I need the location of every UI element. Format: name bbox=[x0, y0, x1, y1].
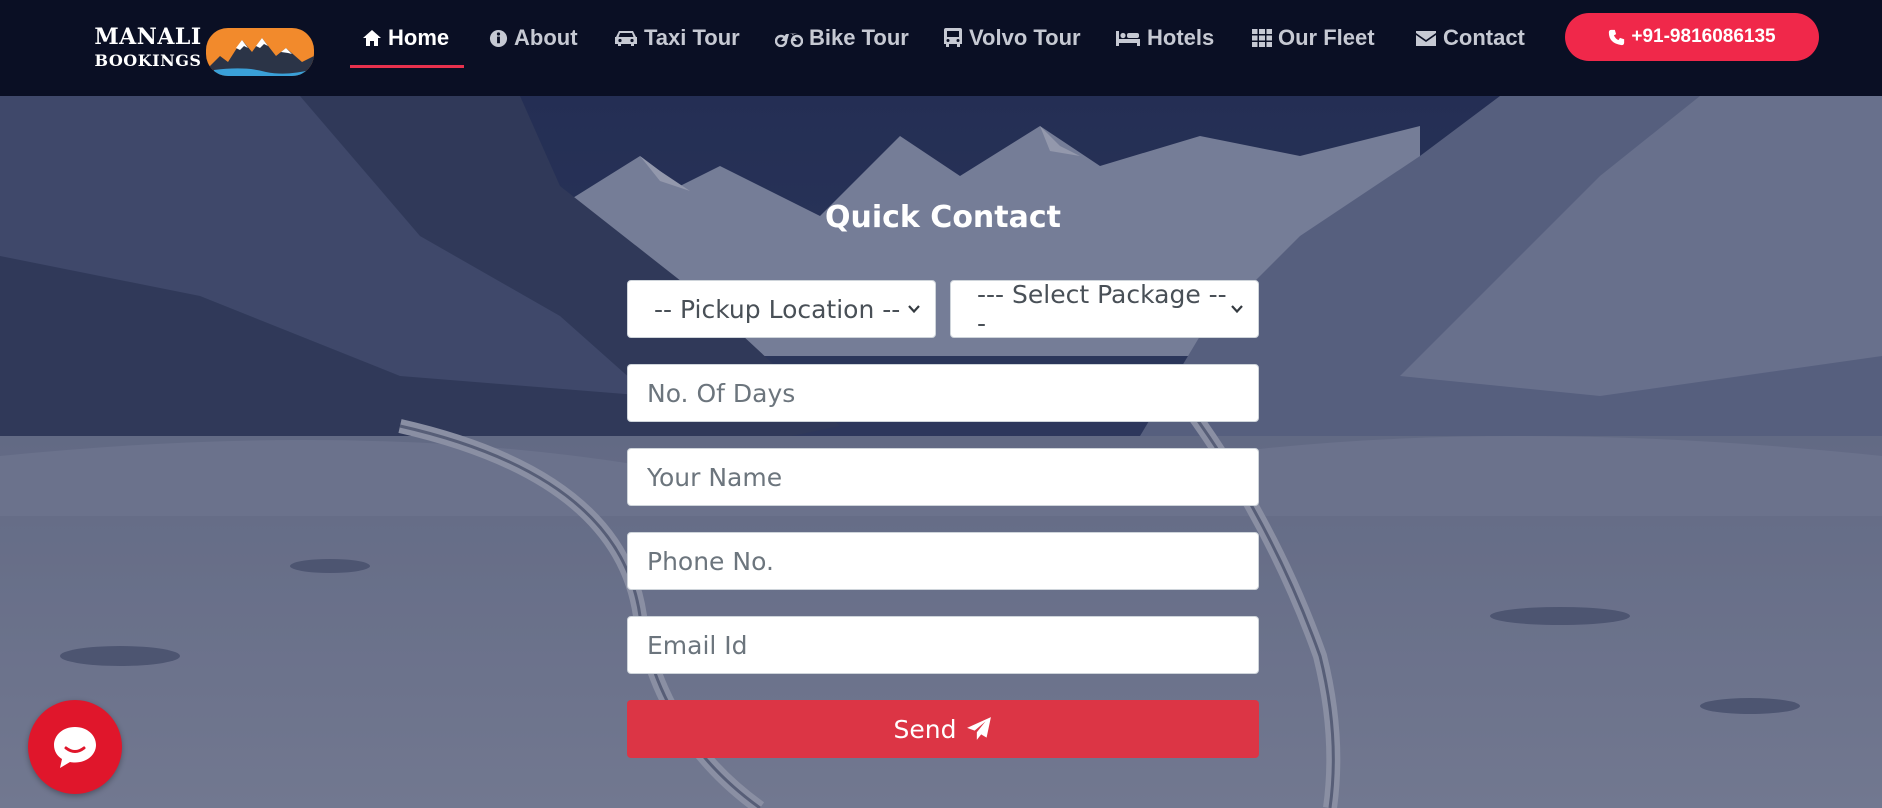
phone-icon bbox=[1609, 29, 1625, 45]
nav-bike-tour-label: Bike Tour bbox=[809, 25, 909, 50]
mountain-logo-icon bbox=[206, 28, 314, 76]
nav-hotels[interactable]: Hotels bbox=[1115, 18, 1214, 58]
nav-home-label: Home bbox=[388, 25, 450, 50]
motorcycle-icon bbox=[775, 33, 803, 47]
name-input[interactable] bbox=[627, 448, 1259, 506]
nav-our-fleet[interactable]: Our Fleet bbox=[1252, 18, 1375, 58]
nav-hotels-label: Hotels bbox=[1147, 25, 1215, 50]
email-input[interactable] bbox=[627, 616, 1259, 674]
nav-bike-tour[interactable]: Bike Tour bbox=[775, 18, 909, 58]
package-value: --- Select Package --- bbox=[977, 280, 1227, 338]
chat-widget-button[interactable] bbox=[28, 700, 122, 794]
package-select[interactable]: --- Select Package --- bbox=[950, 280, 1259, 338]
quick-contact-title: Quick Contact bbox=[824, 200, 1061, 235]
nav-our-fleet-label: Our Fleet bbox=[1278, 25, 1375, 50]
nav-contact[interactable]: Contact bbox=[1415, 18, 1525, 58]
chat-icon bbox=[54, 727, 96, 768]
nav-taxi-tour-label: Taxi Tour bbox=[644, 25, 740, 50]
nav-taxi-tour[interactable]: Taxi Tour bbox=[614, 18, 740, 58]
info-icon bbox=[489, 29, 508, 47]
send-button[interactable]: Send bbox=[627, 700, 1259, 758]
brand-line-2: BOOKINGS bbox=[94, 51, 202, 70]
nav-home[interactable]: Home bbox=[362, 18, 449, 58]
nav-volvo-tour[interactable]: Volvo Tour bbox=[943, 18, 1081, 58]
brand-wordmark: MANALI BOOKINGS bbox=[92, 26, 204, 69]
bus-icon bbox=[944, 28, 962, 47]
nav-contact-label: Contact bbox=[1443, 25, 1525, 50]
bed-icon bbox=[1116, 31, 1140, 46]
days-input[interactable] bbox=[627, 364, 1259, 422]
phone-call-button[interactable]: +91-9816086135 bbox=[1565, 13, 1819, 61]
phone-input[interactable] bbox=[627, 532, 1259, 590]
brand-logo[interactable]: MANALI BOOKINGS bbox=[92, 26, 320, 82]
phone-number: +91-9816086135 bbox=[1631, 26, 1776, 47]
brand-line-1: MANALI bbox=[94, 24, 202, 50]
send-button-label: Send bbox=[893, 714, 957, 744]
envelope-icon bbox=[1416, 30, 1436, 46]
chevron-down-icon bbox=[1231, 305, 1243, 314]
paper-plane-icon bbox=[967, 717, 992, 740]
chevron-down-icon bbox=[908, 305, 920, 314]
nav-about-label: About bbox=[514, 25, 578, 50]
home-icon bbox=[363, 30, 381, 46]
nav-volvo-tour-label: Volvo Tour bbox=[969, 25, 1081, 50]
navbar: MANALI BOOKINGS Home About Taxi Tour Bik… bbox=[0, 0, 1882, 96]
hero-section: Quick Contact -- Pickup Location -- --- … bbox=[0, 96, 1882, 808]
pickup-location-value: -- Pickup Location -- bbox=[654, 294, 901, 324]
active-tab-indicator bbox=[350, 65, 464, 68]
nav-about[interactable]: About bbox=[489, 18, 578, 58]
pickup-location-select[interactable]: -- Pickup Location -- bbox=[627, 280, 936, 338]
grid-icon bbox=[1252, 29, 1272, 47]
car-icon bbox=[615, 31, 637, 46]
